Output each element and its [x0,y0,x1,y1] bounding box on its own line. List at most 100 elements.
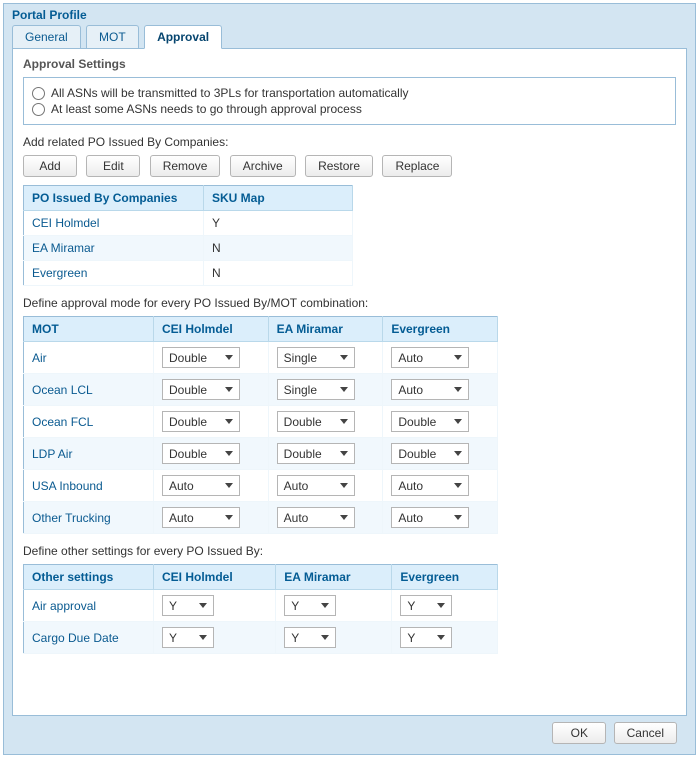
chevron-down-icon [340,355,348,360]
mode-col-mot[interactable]: MOT [24,317,154,342]
mode-select[interactable]: Y [400,627,452,648]
chevron-down-icon [321,603,329,608]
mode-select[interactable]: Auto [162,507,240,528]
approval-settings-box: All ASNs will be transmitted to 3PLs for… [23,77,676,125]
chevron-down-icon [454,483,462,488]
mode-select[interactable]: Y [284,595,336,616]
mode-cell: Auto [268,502,383,534]
select-value: Double [169,351,207,365]
table-row[interactable]: CEI Holmdel Y [24,211,353,236]
other-col-c0[interactable]: CEI Holmdel [154,565,276,590]
mode-select[interactable]: Auto [277,507,355,528]
mode-select[interactable]: Y [400,595,452,616]
edit-button[interactable]: Edit [86,155,140,177]
radio-some-input[interactable] [32,103,45,116]
add-button[interactable]: Add [23,155,77,177]
select-value: Auto [398,479,423,493]
table-row[interactable]: Air approvalYYY [24,590,498,622]
companies-toolbar: Add Edit Remove Archive Restore Replace [23,155,676,177]
other-cell: Y [276,590,392,622]
chevron-down-icon [225,451,233,456]
mode-select[interactable]: Y [284,627,336,648]
select-value: Y [407,599,415,613]
mode-select[interactable]: Double [162,443,240,464]
mode-cell: Double [383,438,498,470]
restore-button[interactable]: Restore [305,155,373,177]
mode-select[interactable]: Y [162,627,214,648]
chevron-down-icon [225,515,233,520]
table-row[interactable]: Evergreen N [24,261,353,286]
mode-select[interactable]: Double [277,443,355,464]
mode-select[interactable]: Double [162,347,240,368]
select-value: Auto [284,511,309,525]
mode-select[interactable]: Auto [277,475,355,496]
mode-select[interactable]: Y [162,595,214,616]
add-companies-label: Add related PO Issued By Companies: [23,135,676,149]
po-col-companies[interactable]: PO Issued By Companies [24,186,204,211]
select-value: Double [284,447,322,461]
select-value: Auto [398,511,423,525]
mode-select[interactable]: Double [391,411,469,432]
other-col-setting[interactable]: Other settings [24,565,154,590]
cancel-button[interactable]: Cancel [614,722,677,744]
table-row[interactable]: EA Miramar N [24,236,353,261]
mode-select[interactable]: Auto [391,379,469,400]
mode-select[interactable]: Double [391,443,469,464]
other-cell: Y [154,590,276,622]
mot-cell: USA Inbound [24,470,154,502]
chevron-down-icon [454,515,462,520]
mot-cell: Ocean FCL [24,406,154,438]
select-value: Y [407,631,415,645]
select-value: Y [291,599,299,613]
tab-approval[interactable]: Approval [144,25,222,49]
table-row[interactable]: AirDoubleSingleAuto [24,342,498,374]
table-row[interactable]: LDP AirDoubleDoubleDouble [24,438,498,470]
chevron-down-icon [199,635,207,640]
select-value: Single [284,351,317,365]
radio-some-asns[interactable]: At least some ASNs needs to go through a… [32,102,667,116]
chevron-down-icon [340,515,348,520]
mode-cell: Auto [154,470,269,502]
radio-all-asns[interactable]: All ASNs will be transmitted to 3PLs for… [32,86,667,100]
table-row[interactable]: Other TruckingAutoAutoAuto [24,502,498,534]
table-row[interactable]: Ocean FCL Double Double Double [24,406,498,438]
other-label: Define other settings for every PO Issue… [23,544,676,558]
mode-select[interactable]: Auto [162,475,240,496]
select-value: Double [398,447,436,461]
chevron-down-icon [454,387,462,392]
other-cell: Y [154,622,276,654]
other-col-c2[interactable]: Evergreen [392,565,498,590]
mode-select[interactable]: Double [277,411,355,432]
tab-general[interactable]: General [12,25,81,48]
other-cell: Y [276,622,392,654]
company-cell: Evergreen [24,261,204,286]
mode-select[interactable]: Single [277,379,355,400]
mode-select[interactable]: Single [277,347,355,368]
archive-button[interactable]: Archive [230,155,296,177]
table-row[interactable]: Cargo Due DateYYY [24,622,498,654]
tab-mot[interactable]: MOT [86,25,139,48]
mode-select[interactable]: Double [162,411,240,432]
tab-body-approval: Approval Settings All ASNs will be trans… [12,48,687,716]
remove-button[interactable]: Remove [150,155,221,177]
chevron-down-icon [321,635,329,640]
mode-cell: Double [383,406,498,438]
mode-cell: Double [154,374,269,406]
mode-select[interactable]: Auto [391,347,469,368]
mode-col-c0[interactable]: CEI Holmdel [154,317,269,342]
ok-button[interactable]: OK [552,722,606,744]
mode-select[interactable]: Auto [391,475,469,496]
table-row[interactable]: Ocean LCLDoubleSingleAuto [24,374,498,406]
table-row[interactable]: USA Inbound Auto Auto Auto [24,470,498,502]
po-col-sku[interactable]: SKU Map [204,186,353,211]
mode-select[interactable]: Double [162,379,240,400]
mode-select[interactable]: Auto [391,507,469,528]
other-col-c1[interactable]: EA Miramar [276,565,392,590]
select-value: Double [169,383,207,397]
mode-col-c2[interactable]: Evergreen [383,317,498,342]
radio-all-input[interactable] [32,87,45,100]
mode-col-c1[interactable]: EA Miramar [268,317,383,342]
select-value: Auto [398,383,423,397]
replace-button[interactable]: Replace [382,155,452,177]
chevron-down-icon [225,483,233,488]
